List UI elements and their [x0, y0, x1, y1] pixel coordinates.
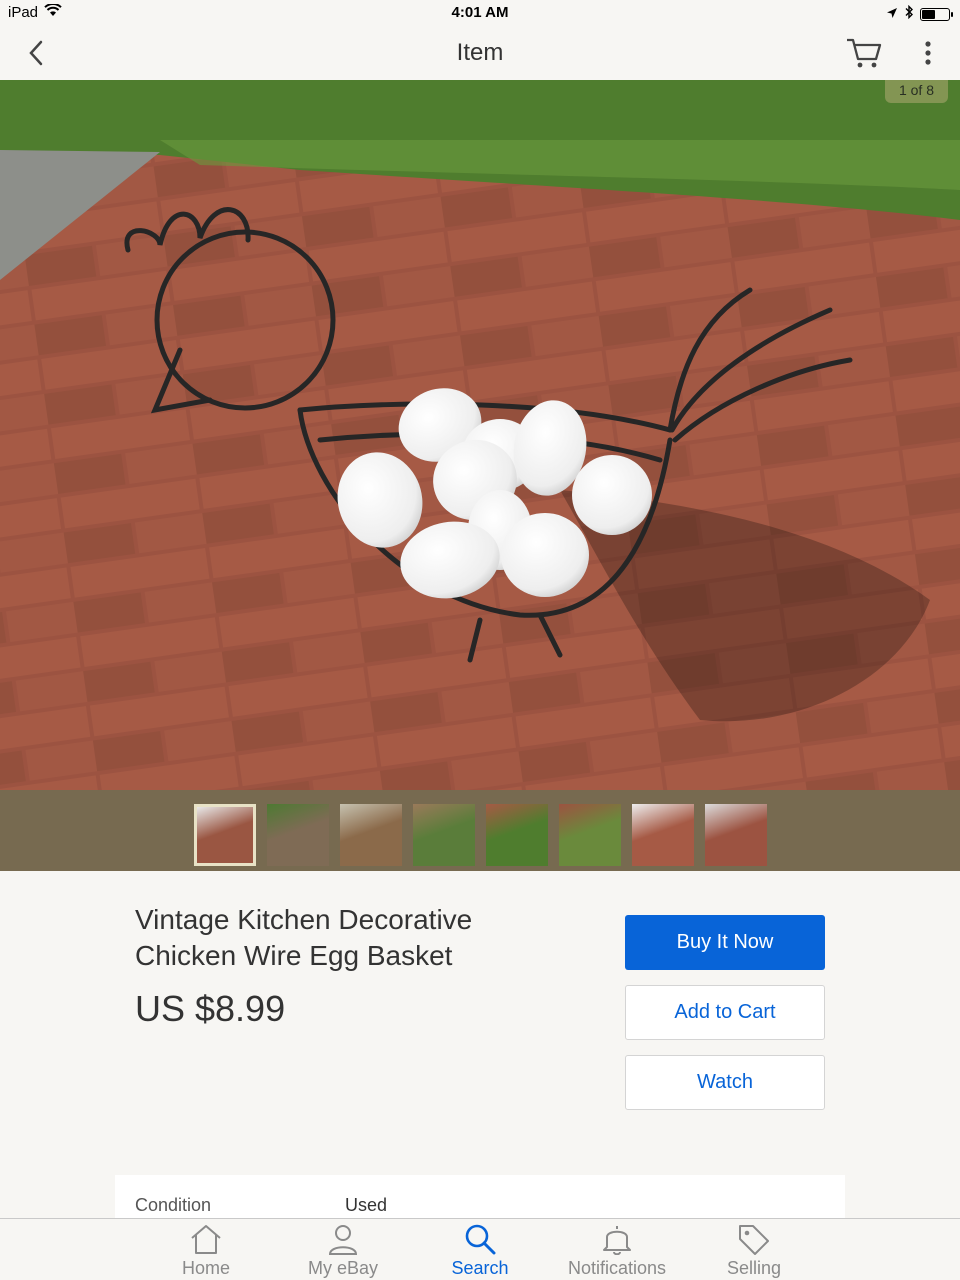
tab-search[interactable]: Search	[410, 1219, 550, 1280]
thumbnail[interactable]	[340, 804, 402, 866]
photo-counter: 1 of 8	[884, 80, 948, 103]
page-title: Item	[456, 39, 504, 66]
cart-button[interactable]	[845, 36, 883, 70]
add-to-cart-button[interactable]: Add to Cart	[625, 985, 825, 1040]
location-arrow-icon	[886, 6, 898, 23]
thumbnail[interactable]	[267, 804, 329, 866]
status-bar: iPad 4:01 AM	[0, 0, 960, 26]
battery-icon	[920, 7, 953, 21]
thumbnail[interactable]	[632, 804, 694, 866]
watch-button[interactable]: Watch	[625, 1055, 825, 1110]
thumbnail[interactable]	[413, 804, 475, 866]
product-image[interactable]: 1 of 8	[0, 80, 960, 790]
item-title: Vintage Kitchen Decorative Chicken Wire …	[135, 904, 473, 971]
person-icon	[328, 1225, 358, 1255]
more-options-button[interactable]	[918, 38, 938, 68]
tab-bar: Home My eBay Search Notifications Sellin…	[0, 1218, 960, 1280]
tab-label: Home	[181, 1258, 230, 1278]
tab-selling[interactable]: Selling	[684, 1219, 824, 1280]
status-time: 4:01 AM	[451, 4, 509, 21]
tab-label: Notifications	[567, 1258, 667, 1278]
navigation-bar: Item	[0, 26, 960, 80]
thumbnail-strip	[0, 790, 960, 871]
bluetooth-icon	[904, 4, 914, 23]
tab-home[interactable]: Home	[136, 1219, 276, 1280]
condition-label: Condition	[135, 1195, 212, 1215]
tab-my-ebay[interactable]: My eBay	[273, 1219, 413, 1280]
bell-icon	[603, 1226, 631, 1255]
thumbnail[interactable]	[559, 804, 621, 866]
condition-value: Used	[345, 1195, 388, 1215]
status-right	[886, 4, 953, 23]
buy-it-now-button[interactable]: Buy It Now	[625, 915, 825, 970]
tab-notifications[interactable]: Notifications	[547, 1219, 687, 1280]
thumbnail[interactable]	[705, 804, 767, 866]
tag-icon	[739, 1225, 769, 1255]
thumbnail[interactable]	[486, 804, 548, 866]
thumbnail[interactable]	[194, 804, 256, 866]
tab-label: My eBay	[307, 1258, 379, 1278]
product-photo	[0, 80, 960, 790]
tab-label: Selling	[726, 1258, 782, 1278]
tab-label: Search	[451, 1258, 509, 1278]
home-icon	[191, 1225, 221, 1254]
search-icon	[465, 1224, 496, 1255]
battery-level	[922, 9, 935, 19]
item-price: US $8.99	[135, 988, 286, 1029]
cart-icon	[847, 38, 882, 68]
vertical-dots-icon	[925, 41, 931, 65]
